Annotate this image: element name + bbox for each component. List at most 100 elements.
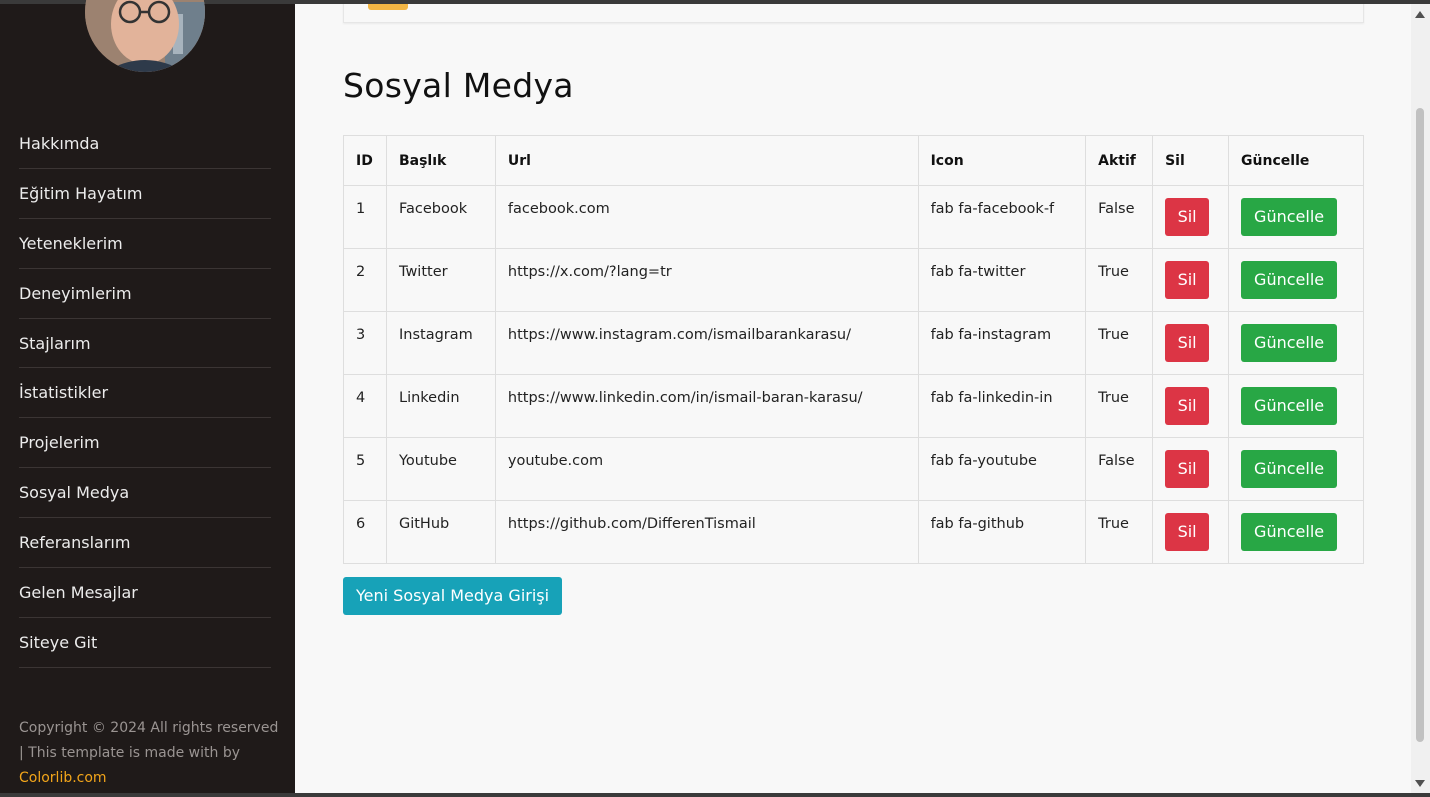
col-header-guncelle: Güncelle: [1228, 135, 1364, 186]
avatar-photo-icon: [85, 0, 205, 72]
nav-item-siteye-git: Siteye Git: [19, 618, 271, 668]
colorlib-link[interactable]: Colorlib.com: [19, 770, 107, 786]
table-row: 2 Twitter https://x.com/?lang=tr fab fa-…: [343, 248, 1364, 312]
table-header-row: ID Başlık Url Icon Aktif Sil Güncelle: [343, 135, 1364, 186]
cell-id: 5: [343, 437, 387, 501]
nav-link-referanslar[interactable]: Referanslarım: [19, 533, 130, 552]
cell-url: facebook.com: [494, 185, 919, 249]
nav-link-projeler[interactable]: Projelerim: [19, 433, 100, 452]
cell-update: Güncelle: [1228, 248, 1364, 312]
col-header-aktif: Aktif: [1085, 135, 1154, 186]
cell-icon: fab fa-twitter: [917, 248, 1087, 312]
cell-active: True: [1085, 374, 1154, 438]
cell-id: 2: [343, 248, 387, 312]
main-content: Sosyal Medya ID Başlık Url Icon Aktif Si…: [295, 4, 1411, 793]
copyright-text: Copyright © 2024 All rights reserved | T…: [19, 720, 279, 761]
nav-item-projeler: Projelerim: [19, 418, 271, 469]
nav-link-sosyal-medya[interactable]: Sosyal Medya: [19, 483, 129, 502]
cell-active: True: [1085, 248, 1154, 312]
delete-button[interactable]: Sil: [1165, 513, 1210, 551]
top-card: [343, 4, 1364, 23]
cell-delete: Sil: [1152, 185, 1230, 249]
new-social-media-button[interactable]: Yeni Sosyal Medya Girişi: [343, 577, 563, 615]
nav-item-stajlar: Stajlarım: [19, 319, 271, 369]
cell-icon: fab fa-youtube: [917, 437, 1087, 501]
sidebar: Hakkımda Eğitim Hayatım Yeteneklerim Den…: [0, 0, 295, 793]
nav-link-siteye-git[interactable]: Siteye Git: [19, 633, 97, 652]
table-row: 4 Linkedin https://www.linkedin.com/in/i…: [343, 374, 1364, 438]
nav-item-deneyimler: Deneyimlerim: [19, 269, 271, 319]
table-row: 1 Facebook facebook.com fab fa-facebook-…: [343, 185, 1364, 249]
cell-url: https://www.linkedin.com/in/ismail-baran…: [494, 374, 919, 438]
delete-button[interactable]: Sil: [1165, 387, 1210, 425]
delete-button[interactable]: Sil: [1165, 450, 1210, 488]
cell-delete: Sil: [1152, 311, 1230, 375]
update-button[interactable]: Güncelle: [1241, 198, 1338, 236]
nav-link-mesajlar[interactable]: Gelen Mesajlar: [19, 583, 138, 602]
cell-delete: Sil: [1152, 374, 1230, 438]
cell-delete: Sil: [1152, 437, 1230, 501]
cell-icon: fab fa-github: [917, 500, 1087, 564]
cell-url: https://www.instagram.com/ismailbarankar…: [494, 311, 919, 375]
cell-title: Youtube: [385, 437, 496, 501]
page-title: Sosyal Medya: [343, 66, 574, 105]
update-button[interactable]: Güncelle: [1241, 324, 1338, 362]
col-header-icon: Icon: [917, 135, 1087, 186]
cell-icon: fab fa-instagram: [917, 311, 1087, 375]
copyright: Copyright © 2024 All rights reserved | T…: [19, 716, 279, 791]
cell-update: Güncelle: [1228, 437, 1364, 501]
scroll-down-arrow-icon[interactable]: [1415, 780, 1425, 787]
avatar: [85, 0, 205, 72]
sidebar-nav: Hakkımda Eğitim Hayatım Yeteneklerim Den…: [19, 119, 271, 668]
update-button[interactable]: Güncelle: [1241, 513, 1338, 551]
cell-title: GitHub: [385, 500, 496, 564]
cell-id: 4: [343, 374, 387, 438]
cell-title: Facebook: [385, 185, 496, 249]
cell-title: Twitter: [385, 248, 496, 312]
cell-active: False: [1085, 437, 1154, 501]
nav-link-hakkimda[interactable]: Hakkımda: [19, 134, 99, 153]
table-row: 5 Youtube youtube.com fab fa-youtube Fal…: [343, 437, 1364, 501]
vertical-scrollbar[interactable]: [1411, 4, 1430, 793]
cell-active: True: [1085, 500, 1154, 564]
col-header-sil: Sil: [1152, 135, 1230, 186]
cell-icon: fab fa-facebook-f: [917, 185, 1087, 249]
col-header-url: Url: [494, 135, 919, 186]
col-header-id: ID: [343, 135, 387, 186]
cell-title: Linkedin: [385, 374, 496, 438]
cell-active: False: [1085, 185, 1154, 249]
cell-title: Instagram: [385, 311, 496, 375]
cell-delete: Sil: [1152, 248, 1230, 312]
cell-id: 6: [343, 500, 387, 564]
col-header-baslik: Başlık: [385, 135, 496, 186]
nav-link-stajlar[interactable]: Stajlarım: [19, 334, 91, 353]
scrollbar-thumb[interactable]: [1416, 108, 1424, 742]
delete-button[interactable]: Sil: [1165, 261, 1210, 299]
nav-item-hakkimda: Hakkımda: [19, 119, 271, 169]
nav-item-referanslar: Referanslarım: [19, 518, 271, 569]
nav-item-egitim: Eğitim Hayatım: [19, 169, 271, 219]
delete-button[interactable]: Sil: [1165, 324, 1210, 362]
nav-item-yetenekler: Yeteneklerim: [19, 219, 271, 269]
cell-update: Güncelle: [1228, 500, 1364, 564]
nav-link-deneyimler[interactable]: Deneyimlerim: [19, 284, 132, 303]
update-button[interactable]: Güncelle: [1241, 261, 1338, 299]
top-card-badge: [368, 4, 408, 10]
cell-icon: fab fa-linkedin-in: [917, 374, 1087, 438]
nav-item-sosyal-medya: Sosyal Medya: [19, 468, 271, 519]
cell-update: Güncelle: [1228, 185, 1364, 249]
nav-link-yetenekler[interactable]: Yeteneklerim: [19, 234, 123, 253]
cell-delete: Sil: [1152, 500, 1230, 564]
scroll-up-arrow-icon[interactable]: [1415, 11, 1425, 18]
cell-url: https://x.com/?lang=tr: [494, 248, 919, 312]
table-row: 3 Instagram https://www.instagram.com/is…: [343, 311, 1364, 375]
delete-button[interactable]: Sil: [1165, 198, 1210, 236]
nav-item-mesajlar: Gelen Mesajlar: [19, 568, 271, 618]
nav-link-egitim[interactable]: Eğitim Hayatım: [19, 184, 143, 203]
cell-active: True: [1085, 311, 1154, 375]
update-button[interactable]: Güncelle: [1241, 450, 1338, 488]
table-row: 6 GitHub https://github.com/DifferenTism…: [343, 500, 1364, 564]
nav-link-istatistikler[interactable]: İstatistikler: [19, 383, 108, 402]
update-button[interactable]: Güncelle: [1241, 387, 1338, 425]
social-media-table: ID Başlık Url Icon Aktif Sil Güncelle 1 …: [343, 135, 1364, 564]
